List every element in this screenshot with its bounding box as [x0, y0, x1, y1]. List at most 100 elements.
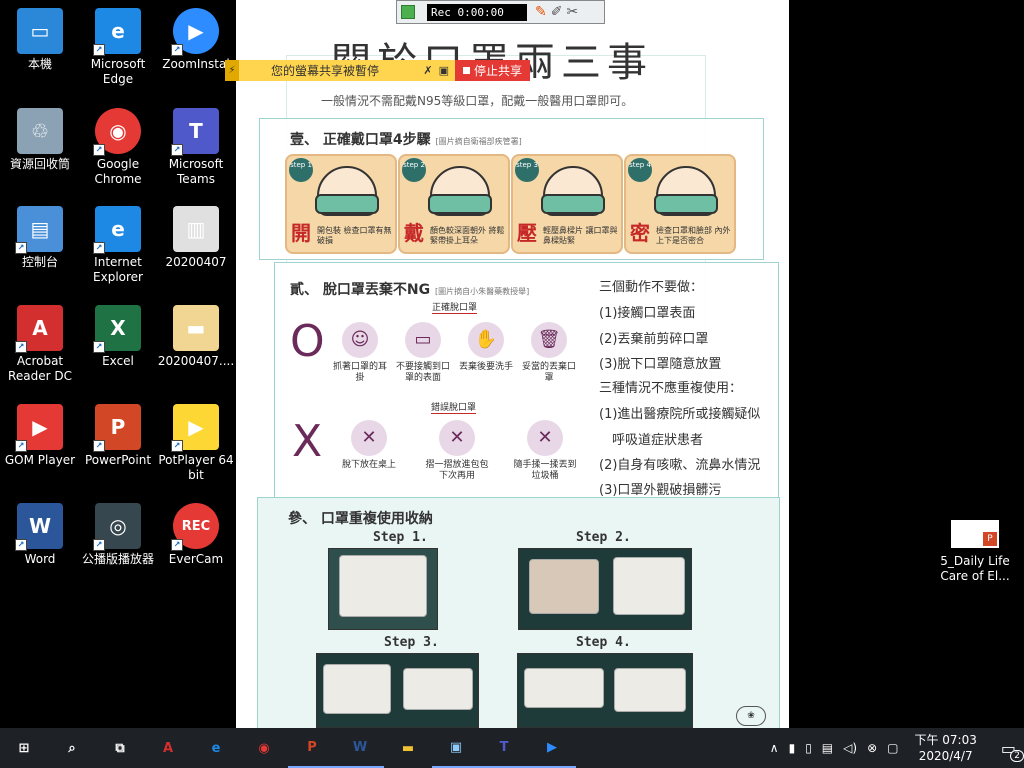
item-text: 丟棄後要洗手: [458, 362, 513, 372]
desktop-icon-gom-player[interactable]: ▶ ↗ GOM Player: [1, 404, 79, 468]
desktop-icon-excel[interactable]: X ↗ Excel: [79, 305, 157, 369]
network-icon[interactable]: ▤: [822, 741, 833, 755]
lock-icon[interactable]: ▣: [439, 64, 449, 77]
step-3-label: Step 3.: [384, 635, 439, 650]
rule-line: (3)脫下口罩隨意放置: [599, 357, 722, 372]
word-icon[interactable]: W: [336, 728, 384, 768]
desktop-icon-label: Google Chrome: [94, 157, 142, 186]
annotate-icon[interactable]: ✎: [535, 4, 547, 20]
teams-icon[interactable]: T: [480, 728, 528, 768]
section-1-heading: 壹、 正確戴口罩4步驟 [圖片摘自衛福部疾管署]: [290, 132, 522, 148]
desktop-icon-chrome[interactable]: ◉ ↗ Google Chrome: [79, 108, 157, 187]
step-text: 顏色較深面朝外 將鬆緊帶掛上耳朵: [430, 226, 505, 245]
chrome-icon: ◉ ↗: [93, 108, 141, 156]
desktop-icon-ie[interactable]: e ↗ Internet Explorer: [79, 206, 157, 285]
desktop-icon-folder[interactable]: ▬ 20200407....: [157, 305, 235, 369]
illustration-icon: ▭: [405, 322, 441, 358]
device-icon[interactable]: ▯: [805, 741, 812, 755]
rule-line: (3)口罩外觀破損髒污: [599, 483, 722, 498]
desktop-icon-evercam[interactable]: REC ↗ EverCam: [157, 503, 235, 567]
acrobat-icon: A ↗: [15, 305, 63, 353]
step-keyword: 密: [630, 221, 650, 245]
chrome-icon[interactable]: ◉: [240, 728, 288, 768]
start-icon[interactable]: ⊞: [0, 728, 48, 768]
pc-icon: ▭: [17, 8, 63, 54]
section-2-heading: 貳、 脫口罩丟棄不NG [圖片摘自小朱醫藥教授舉]: [290, 282, 530, 298]
share-paused-message: 您的螢幕共享被暫停: [271, 64, 380, 78]
shortcut-arrow-icon: ↗: [93, 144, 105, 156]
item-text: 不要接觸到口罩的表面: [395, 362, 450, 383]
item-text: 抓著口罩的耳掛: [332, 362, 387, 383]
desktop-icon-edge[interactable]: e ↗ Microsoft Edge: [79, 8, 157, 87]
desktop-icon-label: Microsoft Edge: [90, 57, 146, 86]
potplayer-icon: ▶ ↗: [171, 404, 219, 452]
desktop-icon-label: PowerPoint: [84, 453, 152, 467]
powerpoint-icon[interactable]: P: [288, 728, 336, 768]
section-3-heading: 參、 口罩重複使用收納: [288, 511, 433, 527]
task-view-icon[interactable]: ⧉: [96, 728, 144, 768]
shortcut-arrow-icon: ↗: [15, 539, 27, 551]
desktop-icon-powerpoint[interactable]: P ↗ PowerPoint: [79, 404, 157, 468]
correct-removal-item: ☺ 抓著口罩的耳掛: [330, 322, 390, 384]
zoom-icon[interactable]: ▶: [528, 728, 576, 768]
step-keyword: 開: [291, 221, 311, 245]
mask-step-card: step 1 開開包裝 檢查口罩有無破損: [285, 154, 397, 254]
desktop-icon-zoom[interactable]: ▶ ↗ ZoomInstal: [157, 8, 235, 72]
shortcut-arrow-icon: ↗: [93, 341, 105, 353]
file-explorer-icon[interactable]: ▬: [384, 728, 432, 768]
desktop-icon-label: 本機: [27, 57, 52, 71]
mask-illustration: [428, 194, 492, 214]
desktop-icon-control-panel[interactable]: ▤ ↗ 控制台: [1, 206, 79, 270]
wrong-label: 錯誤脫口罩: [431, 400, 477, 414]
mic-off-icon[interactable]: ✗: [423, 64, 432, 77]
powerpoint-file-icon: P: [951, 520, 999, 548]
desktop-icon-teams[interactable]: T ↗ Microsoft Teams: [157, 108, 235, 187]
desktop-icon-player[interactable]: ◎ ↗ 公播版播放器: [79, 503, 157, 567]
pen-icon[interactable]: ✐: [551, 4, 563, 20]
desktop-icon-pc[interactable]: ▭ 本機: [1, 8, 79, 72]
desktop-icon-label: Word: [24, 552, 56, 566]
step-4-photo: [517, 653, 693, 728]
notifications-icon[interactable]: ▭ 2: [1001, 739, 1024, 762]
cut-icon[interactable]: ✂: [566, 4, 578, 20]
acrobat-icon[interactable]: A: [144, 728, 192, 768]
volume-icon[interactable]: ◁): [843, 741, 857, 755]
zoom-icon: ▶ ↗: [171, 8, 219, 56]
stop-share-button[interactable]: 停止共享: [454, 60, 530, 81]
desktop-icon-document[interactable]: ▥ 20200407: [157, 206, 235, 270]
recorder-toolbar: Rec 0:00:00 ✎ ✐ ✂: [396, 0, 605, 24]
network-icon[interactable]: ▣: [432, 728, 480, 768]
desktop-icon-label: EverCam: [168, 552, 224, 566]
screen-share-bar: ⚡ 您的螢幕共享被暫停 ✗ ▣ 停止共享: [225, 60, 530, 81]
desktop-icon-potplayer[interactable]: ▶ ↗ PotPlayer 64 bit: [157, 404, 235, 483]
input-method-icon[interactable]: ▢: [887, 741, 898, 755]
desktop-icon-pptx-file[interactable]: P 5_Daily Life Care of El...: [939, 520, 1011, 584]
close-circle-icon[interactable]: ⊗: [867, 741, 877, 755]
wrong-removal-item: ✕ 脫下放在桌上: [336, 420, 402, 471]
stop-share-label: 停止共享: [473, 64, 522, 78]
desktop-icon-label: 資源回收筒: [9, 157, 70, 171]
record-button[interactable]: [401, 5, 415, 19]
chevron-up-icon[interactable]: ∧: [770, 741, 779, 755]
clock[interactable]: 下午 07:03 2020/4/7: [914, 732, 976, 764]
desktop-icon-recycle-bin[interactable]: ♲ 資源回收筒: [1, 108, 79, 172]
item-text: 脫下放在桌上: [341, 460, 396, 470]
desktop-icon-label: 5_Daily Life Care of El...: [940, 554, 1010, 583]
desktop-icon-acrobat[interactable]: A ↗ Acrobat Reader DC: [1, 305, 79, 384]
desktop-icon-word[interactable]: W ↗ Word: [1, 503, 79, 567]
school-seal-icon: ❀: [736, 706, 766, 726]
desktop-icon-label: 控制台: [21, 255, 58, 269]
mask-illustration: [654, 194, 718, 214]
wrong-x-mark: X: [292, 416, 323, 467]
shortcut-arrow-icon: ↗: [15, 242, 27, 254]
step-badge: step 1: [289, 158, 313, 182]
shortcut-arrow-icon: ↗: [93, 440, 105, 452]
recording-timer: Rec 0:00:00: [427, 3, 527, 21]
edge-icon[interactable]: e: [192, 728, 240, 768]
microphone-icon[interactable]: ▮: [789, 741, 796, 755]
search-icon[interactable]: ⌕: [48, 728, 96, 768]
drag-handle-icon[interactable]: ⚡: [225, 60, 239, 81]
evercam-icon: REC ↗: [171, 503, 219, 551]
step-1-label: Step 1.: [373, 530, 428, 545]
desktop-icon-label: PotPlayer 64 bit: [158, 453, 234, 482]
